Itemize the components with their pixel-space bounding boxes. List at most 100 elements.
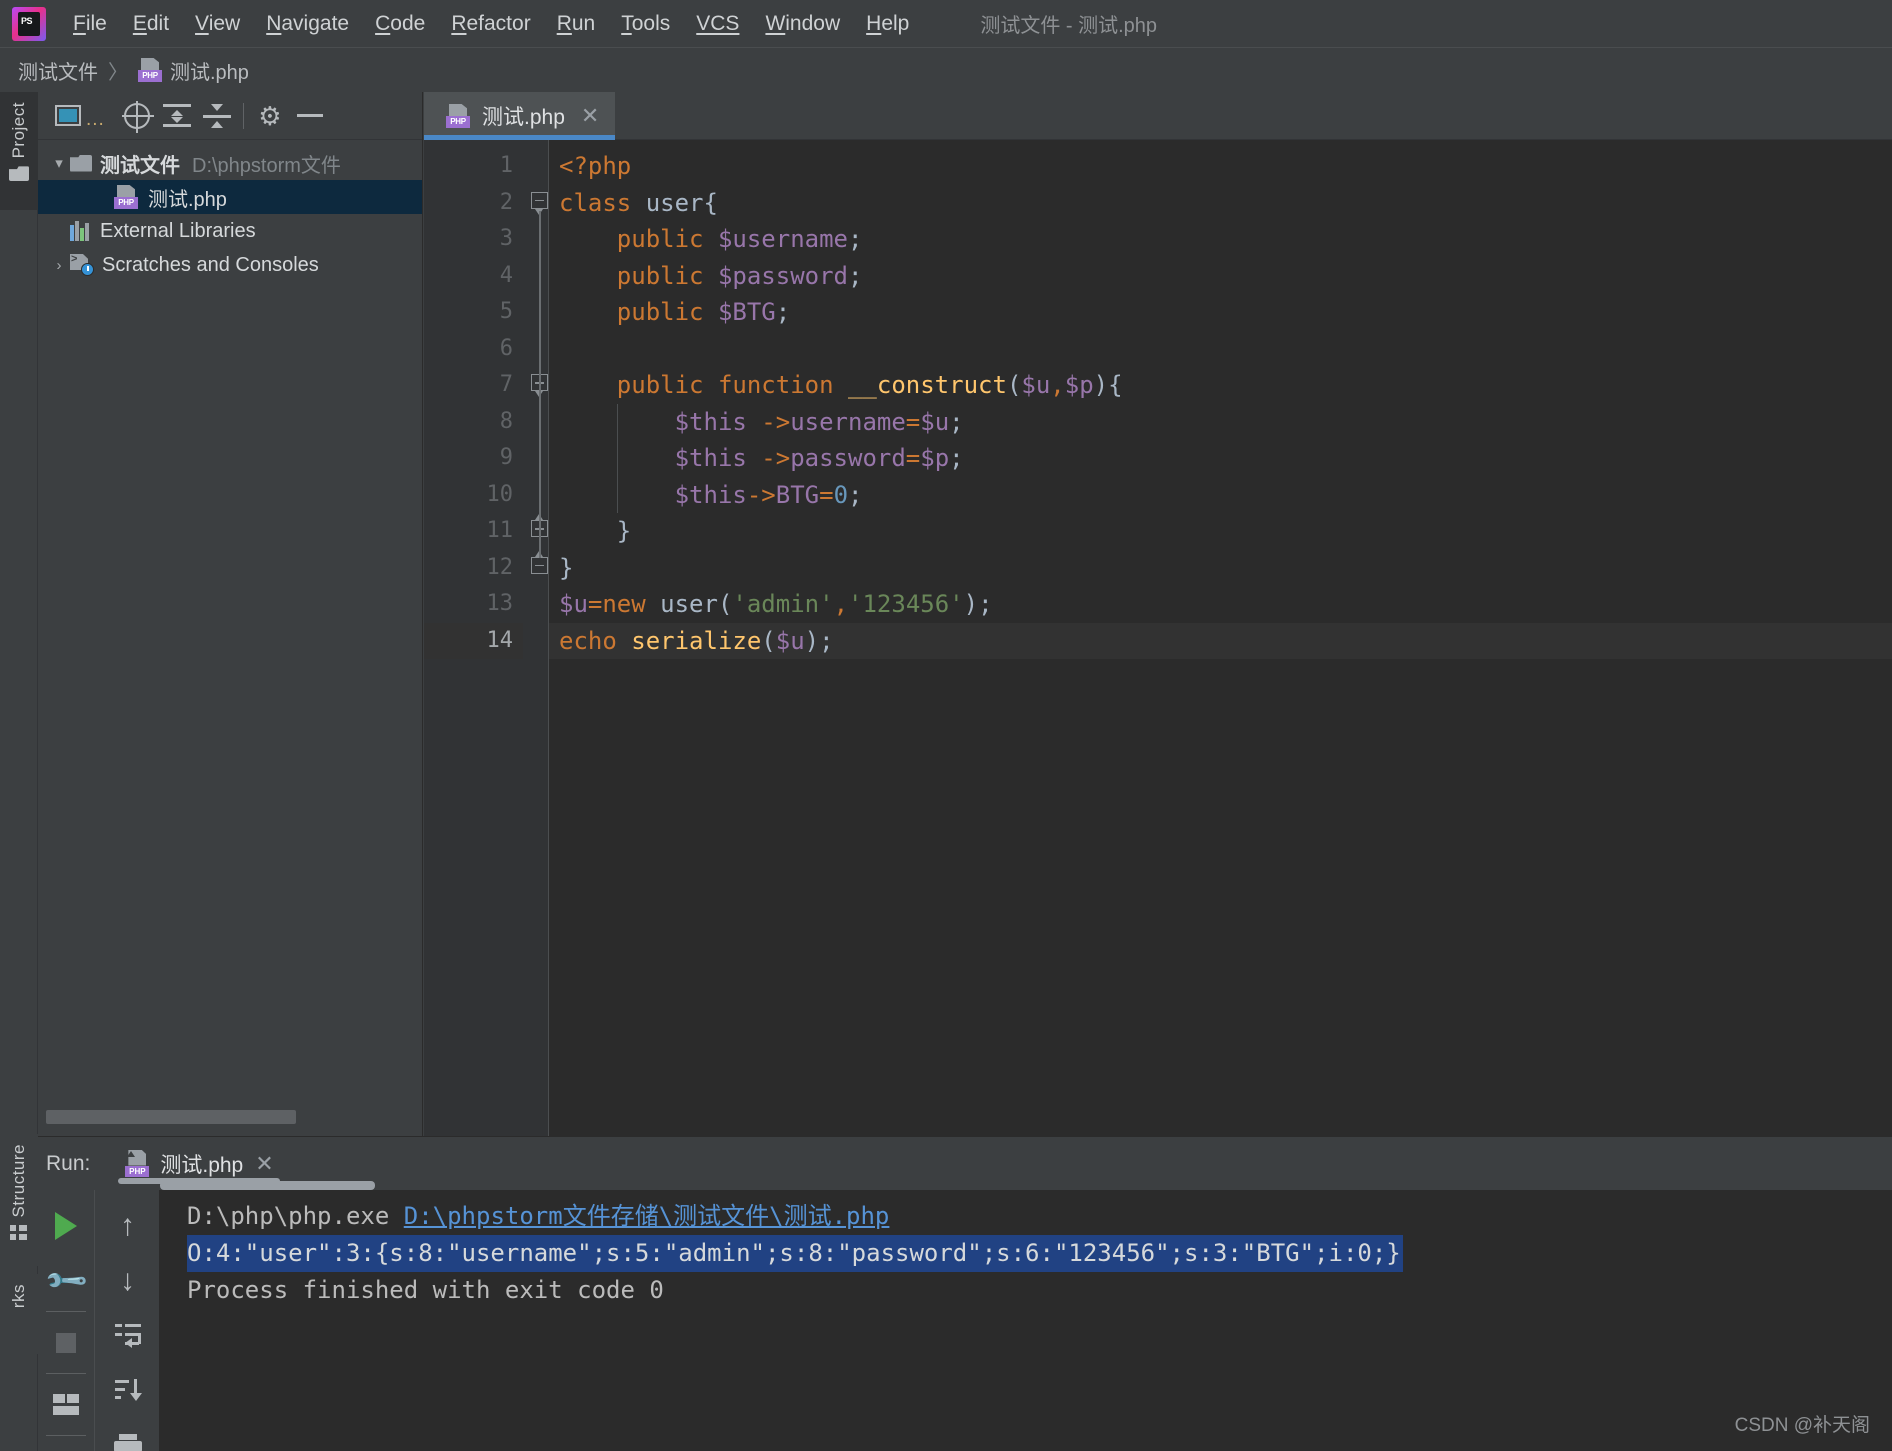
print-button[interactable] xyxy=(103,1418,153,1451)
code-line-9[interactable]: $this ->password=$p; xyxy=(675,440,964,477)
close-icon[interactable]: ✕ xyxy=(255,1152,273,1175)
select-opened-file-button[interactable] xyxy=(117,97,157,135)
line-number-8: 8 xyxy=(499,408,513,434)
fold-marker-12[interactable] xyxy=(531,550,548,580)
console-command-line: D:\php\php.exe D:\phpstorm文件存储\测试文件\测试.p… xyxy=(159,1198,1892,1235)
hide-panel-button[interactable] xyxy=(290,97,330,135)
line-number-10: 10 xyxy=(486,481,514,507)
code-token: ; xyxy=(848,225,863,253)
menu-help[interactable]: Help xyxy=(853,8,922,40)
code-editor[interactable]: 1 2 3 4 5 6 7 8 9 10 11 12 13 14 <?php class user{publ… xyxy=(424,140,1892,1136)
code-line-14[interactable]: echo serialize($u); xyxy=(559,623,834,660)
menu-mnemonic: C xyxy=(375,11,391,35)
sidebar-tab-project[interactable]: Project xyxy=(0,92,38,210)
scroll-to-end-button[interactable] xyxy=(103,1363,153,1418)
menu-bar: FileEditViewNavigateCodeRefactorRunTools… xyxy=(0,0,1892,47)
code-line-8[interactable]: $this ->username=$u; xyxy=(675,404,964,441)
code-line-10[interactable]: $this->BTG=0; xyxy=(675,477,863,514)
editor-code-area[interactable]: <?php class user{public $username; public … xyxy=(549,140,1892,1136)
console-output-selected[interactable]: O:4:"user":3:{s:8:"username";s:5:"admin"… xyxy=(187,1235,1403,1272)
menu-tools[interactable]: Tools xyxy=(608,8,683,40)
tree-node-2[interactable]: External Libraries xyxy=(38,214,422,248)
menu-refactor[interactable]: Refactor xyxy=(438,8,543,40)
breadcrumb-file[interactable]: PHP 测试.php xyxy=(138,56,249,85)
run-toolbar-right: ↑ ↓ xyxy=(96,1190,159,1451)
menu-label: iew xyxy=(208,11,241,35)
breadcrumb-root[interactable]: 测试文件 xyxy=(18,56,98,85)
code-token: public xyxy=(616,225,718,253)
code-token: 'admin' xyxy=(732,590,834,618)
tree-node-label: 测试文件 xyxy=(100,154,180,177)
scroll-up-button[interactable]: ↑ xyxy=(103,1198,153,1253)
code-token: '123456' xyxy=(848,590,964,618)
chevron-down-icon[interactable]: ▾ xyxy=(48,154,70,172)
code-token: echo xyxy=(559,626,632,655)
code-token: <?php xyxy=(559,152,632,180)
menu-label: ode xyxy=(390,11,426,35)
menu-edit[interactable]: Edit xyxy=(120,8,182,40)
menu-file[interactable]: File xyxy=(60,8,120,40)
code-line-13[interactable]: $u=new user('admin','123456'); xyxy=(559,586,993,623)
code-line-3[interactable]: public $username; xyxy=(617,221,863,258)
editor-fold-column[interactable] xyxy=(523,140,549,1136)
chevron-right-icon[interactable]: › xyxy=(48,257,70,274)
menu-mnemonic: N xyxy=(266,11,282,35)
code-token: ( xyxy=(761,626,776,655)
line-number-1: 1 xyxy=(499,153,513,178)
menu-vcs[interactable]: VCS xyxy=(683,8,752,40)
tree-node-1[interactable]: PHP 测试.php xyxy=(38,180,422,214)
code-line-7[interactable]: public function __construct($u,$p){ xyxy=(617,367,1123,404)
code-line-12[interactable]: } xyxy=(559,550,573,587)
code-line-1[interactable]: <?php xyxy=(559,148,631,185)
run-console[interactable]: D:\php\php.exe D:\phpstorm文件存储\测试文件\测试.p… xyxy=(159,1190,1892,1451)
soft-wrap-button[interactable] xyxy=(103,1308,153,1363)
close-icon[interactable]: ✕ xyxy=(581,105,599,127)
rerun-button[interactable] xyxy=(41,1198,91,1253)
editor-tab-测试php[interactable]: PHP 测试.php ✕ xyxy=(424,92,616,140)
console-file-link[interactable]: D:\phpstorm文件存储\测试文件\测试.php xyxy=(404,1202,890,1230)
code-token: $BTG xyxy=(717,298,776,326)
menu-navigate[interactable]: Navigate xyxy=(253,8,362,40)
code-line-5[interactable]: public $BTG; xyxy=(617,294,790,331)
tree-node-0[interactable]: ▾ 测试文件 D:\phpstorm文件 xyxy=(38,146,422,180)
stop-button[interactable] xyxy=(41,1315,91,1370)
menu-run[interactable]: Run xyxy=(544,8,609,40)
code-line-4[interactable]: public $password; xyxy=(617,258,863,295)
expand-all-button[interactable] xyxy=(157,97,197,135)
code-token: { xyxy=(703,188,718,217)
code-token: $password xyxy=(717,261,848,290)
menu-code[interactable]: Code xyxy=(362,8,438,40)
run-tab-scrollbar[interactable] xyxy=(160,1181,375,1190)
menu-mnemonic: T xyxy=(621,11,632,35)
breadcrumb-root-label: 测试文件 xyxy=(18,61,98,84)
menu-window[interactable]: Window xyxy=(752,8,853,40)
code-line-11[interactable]: } xyxy=(617,513,631,550)
php-file-icon: PHP xyxy=(138,57,164,83)
menu-mnemonic: R xyxy=(451,11,467,35)
scroll-down-button[interactable]: ↓ xyxy=(103,1253,153,1308)
code-token: ; xyxy=(848,261,863,290)
menu-mnemonic: R xyxy=(556,11,572,35)
editor-gutter[interactable]: 1 2 3 4 5 6 7 8 9 10 11 12 13 14 xyxy=(424,140,523,1136)
collapse-all-button[interactable] xyxy=(197,97,237,135)
project-settings-button[interactable]: ⚙ xyxy=(250,97,290,135)
sidebar-tab-bookmarks[interactable]: rks xyxy=(0,1274,38,1354)
project-view-selector-button[interactable] xyxy=(46,97,90,135)
line-number-6: 6 xyxy=(499,335,513,361)
menu-mnemonic: H xyxy=(866,11,882,35)
tree-node-3[interactable]: › Scratches and Consoles xyxy=(38,248,422,282)
edit-configuration-button[interactable]: 🔧 xyxy=(41,1253,91,1308)
code-token: $p xyxy=(920,444,950,472)
sidebar-tab-structure[interactable]: Structure xyxy=(0,1134,38,1266)
menu-view[interactable]: View xyxy=(182,8,253,40)
layout-settings-button[interactable] xyxy=(41,1377,91,1432)
watermark: CSDN @补天阁 xyxy=(1734,1415,1870,1436)
project-horizontal-scrollbar[interactable] xyxy=(46,1110,296,1124)
line-number-4: 4 xyxy=(499,262,513,288)
ellipsis-icon[interactable]: ... xyxy=(86,109,105,131)
sidebar-tab-structure-label: Structure xyxy=(9,1144,28,1218)
tree-node-label: 测试.php xyxy=(148,188,227,211)
code-line-2[interactable]: class user{ xyxy=(559,185,718,222)
run-panel-label: Run: xyxy=(46,1151,91,1175)
wrench-icon: 🔧 xyxy=(42,1257,90,1304)
